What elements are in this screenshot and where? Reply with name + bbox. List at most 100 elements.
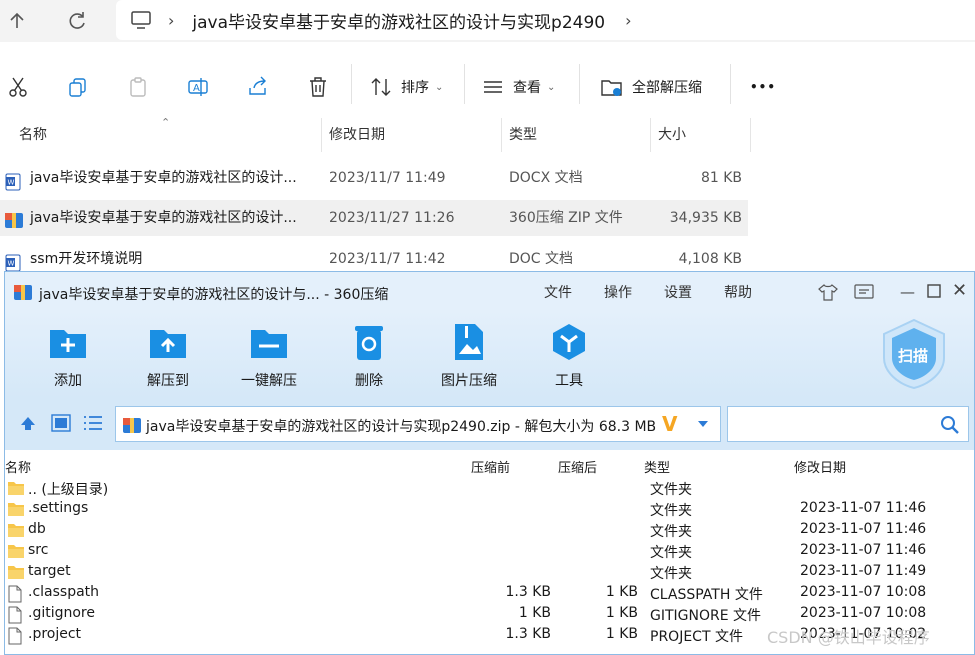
zip-toolbar: 添加 解压到 一键解压 删除 图片压缩 工具 扫描 [5, 310, 974, 398]
sort-icon [370, 76, 392, 98]
zip-table-row[interactable]: db 文件夹 2023-11-07 11:46 [5, 520, 974, 541]
file-name: java毕设安卓基于安卓的游戏社区的设计... [30, 210, 297, 226]
breadcrumb-folder[interactable]: java毕设安卓基于安卓的游戏社区的设计与实现p2490 [192, 8, 605, 33]
extract-folder-icon [600, 75, 624, 99]
minimize-icon[interactable]: — [900, 283, 915, 301]
verified-check-icon[interactable]: V [662, 412, 677, 436]
one-click-extract-button[interactable]: 一键解压 [229, 316, 309, 390]
archive-path-field[interactable]: java毕设安卓基于安卓的游戏社区的设计与实现p2490.zip - 解包大小为… [115, 406, 721, 442]
column-header-modified[interactable]: 修改日期 [329, 118, 385, 152]
divider [579, 64, 580, 104]
image-zip-icon [449, 322, 489, 362]
zip-row-modified: 2023-11-07 11:46 [800, 500, 927, 516]
file-type: 360压缩 ZIP 文件 [509, 210, 623, 226]
zip-row-modified: 2023-11-07 10:08 [800, 584, 927, 600]
search-icon[interactable] [940, 415, 960, 439]
command-bar: A 排序 ⌄ 查看 ⌄ 全部解压缩 ••• [0, 56, 975, 114]
cut-icon[interactable] [6, 74, 30, 100]
zip-row-type: 文件夹 [650, 566, 692, 582]
zip-delete-button[interactable]: 删除 [329, 316, 409, 390]
menu-settings[interactable]: 设置 [664, 282, 692, 302]
zip-row-name: .gitignore [28, 605, 95, 621]
more-options-button[interactable]: ••• [750, 74, 776, 100]
file-size: 34,935 KB [669, 210, 742, 226]
feedback-icon[interactable] [854, 283, 874, 305]
zip-address-area: java毕设安卓基于安卓的游戏社区的设计与实现p2490.zip - 解包大小为… [5, 398, 974, 450]
quick-extract-folder-icon [249, 322, 289, 362]
archive-path-text: java毕设安卓基于安卓的游戏社区的设计与实现p2490.zip - 解包大小为… [146, 419, 657, 435]
zip-row-before: 1 KB [518, 605, 551, 621]
zip-table-row[interactable]: .settings 文件夹 2023-11-07 11:46 [5, 499, 974, 520]
up-arrow-icon[interactable] [4, 8, 30, 34]
share-icon[interactable] [246, 74, 270, 100]
sort-label: 排序 [401, 80, 429, 96]
dropdown-arrow-icon[interactable] [696, 416, 710, 435]
zip-delete-label: 删除 [355, 373, 383, 389]
zip-column-after[interactable]: 压缩后 [558, 457, 597, 476]
zip-row-modified: 2023-11-07 10:08 [800, 605, 927, 621]
zip-archive-icon [122, 415, 142, 439]
column-header-size[interactable]: 大小 [658, 118, 686, 152]
copy-icon[interactable] [66, 74, 90, 100]
zip-column-before[interactable]: 压缩前 [471, 457, 510, 476]
zip-row-after: 1 KB [605, 584, 638, 600]
maximize-icon[interactable] [927, 283, 941, 302]
zip-row-name: .. (上级目录) [28, 482, 109, 498]
file-row-selected[interactable]: java毕设安卓基于安卓的游戏社区的设计... 2023/11/27 11:26… [0, 200, 748, 236]
folder-icon [7, 543, 25, 563]
add-button[interactable]: 添加 [28, 316, 108, 390]
zip-column-modified[interactable]: 修改日期 [794, 457, 846, 476]
thumbnail-view-icon[interactable] [51, 414, 71, 436]
zip-table-row[interactable]: .. (上级目录) 文件夹 [5, 478, 974, 499]
zip-row-modified: 2023-11-07 11:46 [800, 521, 927, 537]
zip-row-type: 文件夹 [650, 503, 692, 519]
column-divider[interactable] [650, 118, 651, 152]
zip-table-row[interactable]: src 文件夹 2023-11-07 11:46 [5, 541, 974, 562]
extract-to-button[interactable]: 解压到 [128, 316, 208, 390]
zip-column-type[interactable]: 类型 [644, 457, 670, 476]
menu-file[interactable]: 文件 [544, 282, 572, 302]
tools-button[interactable]: 工具 [529, 316, 609, 390]
svg-text:W: W [8, 179, 15, 187]
paste-icon[interactable] [126, 74, 150, 100]
column-divider[interactable] [750, 118, 751, 152]
zip-row-type: GITIGNORE 文件 [650, 608, 762, 624]
sort-button[interactable]: 排序 ⌄ [370, 74, 443, 100]
delete-icon[interactable] [306, 74, 330, 100]
chevron-down-icon: ⌄ [547, 81, 556, 93]
zip-table-row[interactable]: .classpath 1.3 KB 1 KB CLASSPATH 文件 2023-11-… [5, 583, 974, 604]
column-divider[interactable] [501, 118, 502, 152]
column-divider[interactable] [321, 118, 322, 152]
svg-text:W: W [8, 260, 15, 268]
zip-row-after: 1 KB [605, 605, 638, 621]
list-view-icon[interactable] [83, 414, 103, 436]
title-bar[interactable]: java毕设安卓基于安卓的游戏社区的设计与... - 360压缩 文件 操作 设… [5, 272, 974, 310]
zip-row-name: .project [28, 626, 82, 642]
zip-search-input[interactable] [727, 406, 969, 442]
file-explorer-window: › java毕设安卓基于安卓的游戏社区的设计与实现p2490 › A 排序 ⌄ [0, 0, 975, 275]
extract-all-button[interactable]: 全部解压缩 [600, 74, 702, 100]
close-icon[interactable]: ✕ [952, 280, 967, 301]
menu-help[interactable]: 帮助 [724, 282, 752, 302]
zip-table-row[interactable]: .gitignore 1 KB 1 KB GITIGNORE 文件 2023-11-07… [5, 604, 974, 625]
scan-button[interactable]: 扫描 [881, 318, 947, 390]
rename-icon[interactable]: A [186, 74, 210, 100]
refresh-icon[interactable] [64, 8, 90, 34]
zip-column-name[interactable]: 名称 [5, 457, 31, 476]
zip-row-type: PROJECT 文件 [650, 629, 743, 645]
column-header-type[interactable]: 类型 [509, 118, 537, 152]
zip-row-before: 1.3 KB [505, 584, 552, 600]
file-row[interactable]: W java毕设安卓基于安卓的游戏社区的设计... 2023/11/7 11:4… [0, 160, 748, 196]
folder-icon [7, 564, 25, 584]
view-button[interactable]: 查看 ⌄ [482, 74, 555, 100]
chevron-right-icon[interactable]: › [625, 11, 631, 30]
zip-archive-icon [4, 208, 24, 244]
chevron-right-icon: › [168, 10, 175, 30]
address-bar[interactable]: › java毕设安卓基于安卓的游戏社区的设计与实现p2490 › [116, 0, 975, 40]
skin-shirt-icon[interactable] [818, 283, 838, 305]
zip-table-row[interactable]: target 文件夹 2023-11-07 11:49 [5, 562, 974, 583]
up-level-icon[interactable] [19, 414, 37, 436]
menu-operate[interactable]: 操作 [604, 282, 632, 302]
column-header-name[interactable]: 名称 [19, 118, 47, 152]
image-compress-button[interactable]: 图片压缩 [429, 316, 509, 390]
